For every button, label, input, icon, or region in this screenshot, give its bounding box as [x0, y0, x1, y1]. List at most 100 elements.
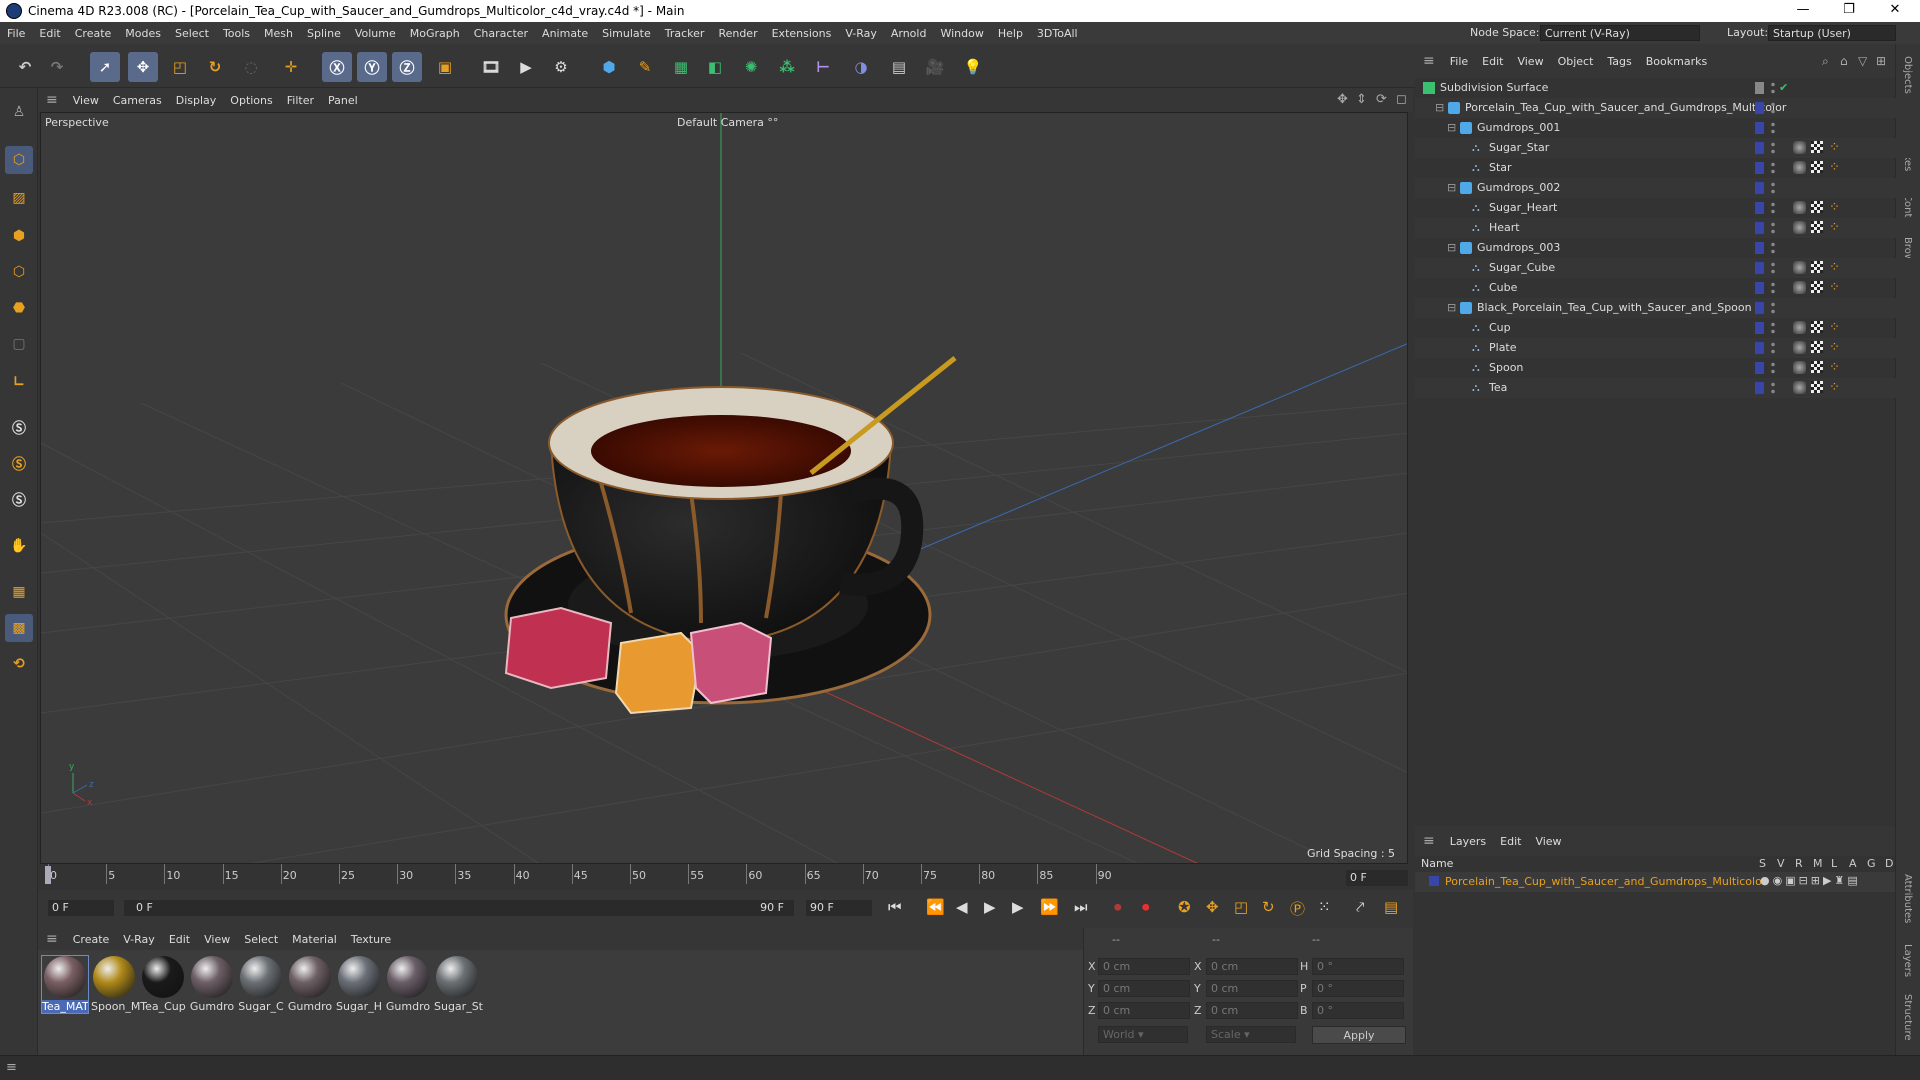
layer-flag-header[interactable]: V [1777, 857, 1785, 870]
layer-color-icon[interactable] [1755, 222, 1764, 234]
checker-tag-icon[interactable] [1811, 361, 1823, 373]
frame-range-slider[interactable]: 0 F 90 F [124, 900, 794, 916]
main-menu-4[interactable]: Select [168, 27, 216, 40]
rotation-key-icon[interactable]: ↻ [1262, 898, 1275, 916]
move-tool-icon[interactable]: ✥ [128, 52, 158, 82]
model-mode-icon[interactable]: ⬡ [5, 146, 33, 174]
object-name[interactable]: Gumdrops_002 [1477, 181, 1560, 194]
play-icon[interactable]: ▶ [984, 898, 996, 916]
object-row[interactable]: ⛬ Plate ⁘ [1415, 338, 1920, 358]
keyframe-selection-icon[interactable]: ✪ [1178, 898, 1191, 916]
object-name[interactable]: Sugar_Cube [1489, 261, 1555, 274]
layer-color-icon[interactable] [1755, 302, 1764, 314]
material-swatch[interactable]: Tea_MAT [41, 955, 89, 1014]
expand-toggle-icon[interactable]: ⊟ [1435, 98, 1445, 118]
main-menu-3[interactable]: Modes [118, 27, 168, 40]
tweak-icon[interactable]: ✋ [5, 532, 33, 560]
object-name[interactable]: Spoon [1489, 361, 1523, 374]
object-row[interactable]: ⛬ Sugar_Heart ⁘ [1415, 198, 1920, 218]
side-tab[interactable]: Structure [1902, 994, 1913, 1041]
main-menu-11[interactable]: Animate [535, 27, 595, 40]
main-menu-12[interactable]: Simulate [595, 27, 658, 40]
visibility-dots-icon[interactable] [1771, 261, 1775, 275]
material-tag-icon[interactable] [1793, 161, 1806, 174]
layer-flag-header[interactable]: D [1885, 857, 1893, 870]
main-menu-16[interactable]: V-Ray [838, 27, 884, 40]
cube-object-icon[interactable]: ⬢ [594, 52, 624, 82]
material-menu-6[interactable]: Texture [344, 933, 398, 946]
pen-spline-icon[interactable]: ✎ [630, 52, 660, 82]
layer-flag-header[interactable]: G [1867, 857, 1876, 870]
object-row[interactable]: ⊟ Gumdrops_002 [1415, 178, 1920, 198]
viewport-camera-label[interactable]: Default Camera °° [677, 116, 778, 129]
viewport-menu-icon[interactable]: ≡ [38, 92, 66, 108]
material-menu-3[interactable]: View [197, 933, 237, 946]
object-row[interactable]: ⛬ Spoon ⁘ [1415, 358, 1920, 378]
pla-key-icon[interactable]: ⁙ [1318, 898, 1331, 916]
material-menu-4[interactable]: Select [237, 933, 285, 946]
material-tag-icon[interactable] [1793, 281, 1806, 294]
coord-value-field[interactable]: 0 cm [1206, 958, 1298, 975]
main-menu-1[interactable]: Edit [32, 27, 67, 40]
side-tab[interactable]: Attributes [1902, 874, 1913, 923]
object-row[interactable]: ⛬ Sugar_Star ⁘ [1415, 138, 1920, 158]
layer-color-icon[interactable] [1755, 82, 1764, 94]
3d-viewport[interactable]: y z x Perspective Default Camera °° Grid… [40, 112, 1408, 864]
position-key-icon[interactable]: ✥ [1206, 898, 1219, 916]
vray-tag-icon[interactable]: ⁘ [1829, 258, 1840, 278]
timeline-ruler[interactable]: 0 5 10 15 20 25 30 35 40 45 50 55 60 65 70 75 80 85 90 [38, 864, 1413, 890]
layers-menu-0[interactable]: Layers [1443, 835, 1493, 848]
vray-tag-icon[interactable]: ⁘ [1829, 338, 1840, 358]
render-picture-viewer-icon[interactable]: ▶ [511, 52, 541, 82]
visibility-dots-icon[interactable] [1771, 221, 1775, 235]
material-swatch[interactable]: Sugar_St [434, 956, 483, 1013]
visibility-dots-icon[interactable] [1771, 341, 1775, 355]
main-menu-13[interactable]: Tracker [658, 27, 712, 40]
camera-icon[interactable]: 🎥 [920, 52, 950, 82]
scale-tool-icon[interactable]: ◰ [165, 52, 195, 82]
minimize-button[interactable]: — [1780, 0, 1826, 22]
object-name[interactable]: Star [1489, 161, 1512, 174]
expand-toggle-icon[interactable]: ⊟ [1447, 118, 1457, 138]
main-menu-9[interactable]: MoGraph [403, 27, 467, 40]
viewport-rotate-icon[interactable]: ⟳ [1376, 92, 1387, 107]
material-tag-icon[interactable] [1793, 321, 1806, 334]
visibility-dots-icon[interactable] [1771, 161, 1775, 175]
render-settings-icon[interactable]: ⚙ [546, 52, 576, 82]
material-swatch[interactable]: Gumdro [385, 956, 431, 1013]
main-menu-6[interactable]: Mesh [257, 27, 300, 40]
object-menu-3[interactable]: Object [1551, 55, 1601, 68]
material-menu-2[interactable]: Edit [162, 933, 197, 946]
layer-color-icon[interactable] [1755, 202, 1764, 214]
node-space-select[interactable]: Current (V-Ray) [1540, 25, 1700, 41]
main-menu-14[interactable]: Render [711, 27, 764, 40]
viewport-menu-4[interactable]: Filter [280, 94, 321, 107]
object-row[interactable]: ⊟ Porcelain_Tea_Cup_with_Saucer_and_Gumdr… [1415, 98, 1915, 118]
visibility-dots-icon[interactable] [1771, 321, 1775, 335]
snap-workplane-icon[interactable]: Ⓢ [5, 486, 33, 514]
material-swatch[interactable]: Gumdro [189, 956, 235, 1013]
undo-icon[interactable]: ↶ [10, 52, 40, 82]
close-button[interactable]: ✕ [1872, 0, 1918, 22]
object-menu-0[interactable]: File [1443, 55, 1475, 68]
coord-value-field[interactable]: 0 ° [1312, 980, 1404, 997]
layers-menu-icon[interactable]: ≡ [1415, 833, 1443, 849]
coordinate-system-select[interactable]: World ▾ [1098, 1026, 1188, 1043]
layer-flag-header[interactable]: L [1831, 857, 1837, 870]
timeline-window-icon[interactable]: ▤ [1384, 898, 1398, 916]
layers-menu-1[interactable]: Edit [1493, 835, 1528, 848]
vray-tag-icon[interactable]: ⁘ [1829, 158, 1840, 178]
expand-toggle-icon[interactable]: ⊟ [1447, 178, 1457, 198]
object-name[interactable]: Heart [1489, 221, 1520, 234]
checker-tag-icon[interactable] [1811, 341, 1823, 353]
object-row[interactable]: ⊟ Gumdrops_001 [1415, 118, 1920, 138]
material-menu-5[interactable]: Material [285, 933, 344, 946]
edges-mode-icon[interactable]: ⬡ [5, 258, 33, 286]
visibility-dots-icon[interactable] [1771, 201, 1775, 215]
coord-value-field[interactable]: 0 cm [1206, 980, 1298, 997]
visibility-dots-icon[interactable] [1771, 361, 1775, 375]
material-tag-icon[interactable] [1793, 341, 1806, 354]
checker-tag-icon[interactable] [1811, 321, 1823, 333]
viewport-maximize-icon[interactable]: ◻ [1396, 92, 1407, 107]
main-menu-8[interactable]: Volume [348, 27, 403, 40]
